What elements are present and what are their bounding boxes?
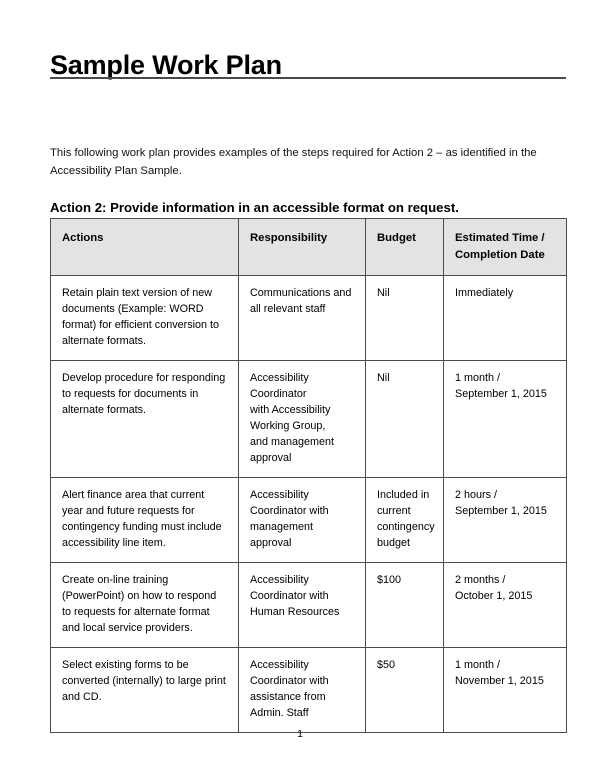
document-page: Sample Work Plan This following work pla… [0, 0, 600, 776]
table-body: Retain plain text version of new documen… [50, 275, 567, 733]
cell-budget: Included in current contingency budget [365, 477, 444, 563]
column-header-actions: Actions [50, 217, 239, 277]
cell-estimated-time: 1 month / November 1, 2015 [443, 646, 567, 733]
table-row: Alert finance area that current year and… [50, 477, 567, 563]
cell-actions: Develop procedure for responding to requ… [50, 360, 239, 479]
cell-estimated-time: Immediately [443, 275, 567, 362]
table-row: Develop procedure for responding to requ… [50, 360, 567, 479]
cell-budget: Nil [365, 360, 444, 479]
cell-responsibility: Accessibility Coordinator with Accessibi… [238, 360, 366, 479]
cell-responsibility: Accessibility Coordinator with managemen… [238, 477, 366, 563]
cell-responsibility: Communications and all relevant staff [238, 275, 366, 362]
column-header-estimated-time: Estimated Time / Completion Date [443, 217, 567, 277]
table-row: Create on-line training (PowerPoint) on … [50, 562, 567, 648]
table-header: Actions Responsibility Budget Estimated … [50, 217, 567, 277]
cell-responsibility: Accessibility Coordinator with Human Res… [238, 562, 366, 648]
work-plan-table: Actions Responsibility Budget Estimated … [50, 217, 567, 733]
cell-actions: Alert finance area that current year and… [50, 477, 239, 563]
cell-actions: Create on-line training (PowerPoint) on … [50, 562, 239, 648]
cell-actions: Retain plain text version of new documen… [50, 275, 239, 362]
cell-estimated-time: 2 months / October 1, 2015 [443, 562, 567, 648]
column-header-responsibility: Responsibility [238, 217, 366, 277]
table-header-row: Actions Responsibility Budget Estimated … [50, 217, 567, 277]
table-row: Retain plain text version of new documen… [50, 275, 567, 362]
cell-budget: Nil [365, 275, 444, 362]
column-header-budget: Budget [365, 217, 444, 277]
cell-responsibility: Accessibility Coordinator with assistanc… [238, 646, 366, 733]
cell-estimated-time: 1 month / September 1, 2015 [443, 360, 567, 479]
title-divider [50, 77, 566, 79]
page-number: 1 [297, 728, 303, 740]
cell-estimated-time: 2 hours / September 1, 2015 [443, 477, 567, 563]
cell-budget: $100 [365, 562, 444, 648]
action-heading: Action 2: Provide information in an acce… [50, 199, 459, 215]
table-row: Select existing forms to be converted (i… [50, 646, 567, 733]
cell-budget: $50 [365, 646, 444, 733]
intro-paragraph: This following work plan provides exampl… [50, 147, 537, 177]
cell-actions: Select existing forms to be converted (i… [50, 646, 239, 733]
